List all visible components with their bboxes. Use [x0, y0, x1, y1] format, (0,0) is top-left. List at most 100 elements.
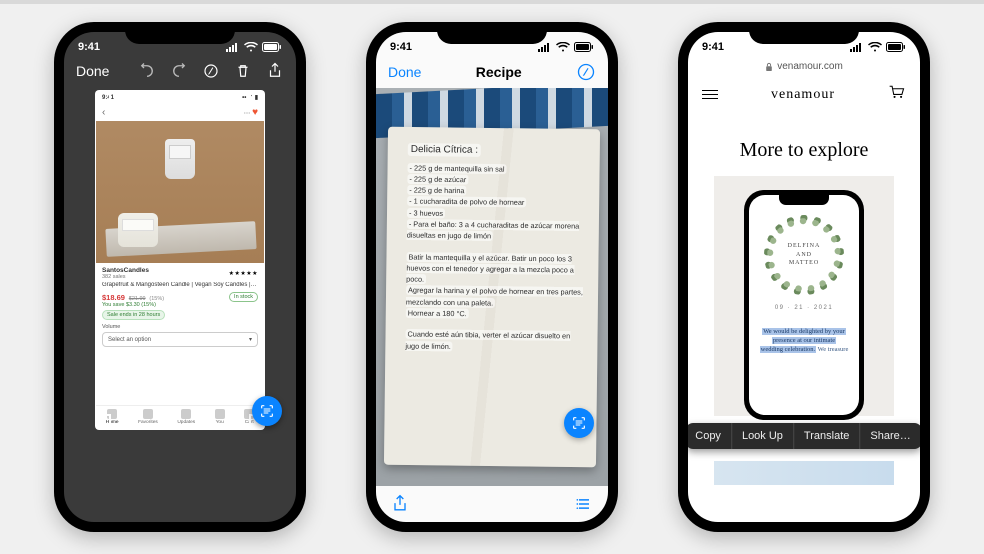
- selected-text[interactable]: We would be delighted by your: [762, 328, 846, 335]
- markup-canvas[interactable]: 9:41 •• ⌃ ▮ ‹ ⋯ ♥: [64, 86, 296, 442]
- device-notch: [437, 22, 547, 44]
- device-notch: [749, 22, 859, 44]
- markup-toolbar: Done: [64, 58, 296, 86]
- redo-button[interactable]: [170, 62, 188, 80]
- favorite-icon[interactable]: ♥: [252, 107, 258, 118]
- menu-lookup[interactable]: Look Up: [732, 423, 794, 449]
- volume-select[interactable]: Select an option ▾: [102, 332, 258, 347]
- site-header: venamour: [688, 78, 920, 115]
- phone-screenshot-editor: 9:41 Done: [54, 22, 306, 532]
- user-icon: [215, 409, 225, 419]
- wifi-icon: [244, 42, 258, 52]
- home-icon: [107, 409, 117, 419]
- inner-status-icons: •• ⌃ ▮: [242, 94, 258, 101]
- ingredient-line[interactable]: - Para el baño: 3 a 4 cucharaditas de az…: [407, 218, 587, 243]
- next-product-peek[interactable]: [714, 461, 894, 485]
- more-icon[interactable]: ⋯: [244, 110, 251, 117]
- selected-text[interactable]: wedding celebration.: [760, 346, 817, 353]
- photos-bottom-toolbar: [376, 486, 608, 522]
- recipe-steps[interactable]: Batir la mantequilla y el azúcar. Batir …: [406, 251, 587, 321]
- mockup-notch: [779, 195, 829, 205]
- tab-updates[interactable]: Updates: [177, 409, 195, 425]
- invite-text[interactable]: We treasure: [816, 346, 848, 353]
- status-time: 9:41: [390, 41, 412, 53]
- live-text-button[interactable]: [252, 396, 282, 426]
- step-line[interactable]: Agregar la harina y el polvo de hornear …: [406, 285, 586, 310]
- markup-pen-button[interactable]: [576, 62, 596, 82]
- text-selection-menu: Copy Look Up Translate Share…: [688, 423, 920, 449]
- recipe-steps[interactable]: Cuando esté aún tibia, verter el azúcar …: [405, 329, 585, 354]
- menu-share[interactable]: Share…: [860, 423, 920, 449]
- status-time: 9:41: [78, 41, 100, 53]
- phone-safari-page: 9:41 venamour.com venamour More to: [678, 22, 930, 532]
- status-icons: [538, 42, 594, 52]
- step-line[interactable]: Hornear a 180 °C.: [406, 308, 586, 321]
- ingredient-list[interactable]: - 225 g de mantequilla sin sal - 225 g d…: [407, 162, 588, 243]
- photo-title: Recipe: [476, 64, 522, 80]
- heart-icon: [143, 409, 153, 419]
- invite-date: 09 · 21 · 2021: [775, 305, 833, 311]
- undo-button[interactable]: [138, 62, 156, 80]
- battery-icon: [574, 42, 594, 52]
- battery-icon: [886, 42, 906, 52]
- bell-icon: [181, 409, 191, 419]
- shop-rating: ★★★★★: [229, 270, 258, 277]
- phone-photos-livetext: 9:41 Done Recipe Delicia Cítrica :: [366, 22, 618, 532]
- invite-body[interactable]: We would be delighted by your presence a…: [750, 327, 859, 354]
- product-original-price: $21.99: [129, 296, 146, 302]
- product-hero: [96, 121, 264, 263]
- wifi-icon: [868, 42, 882, 52]
- stock-badge: In stock: [229, 292, 258, 302]
- safari-url-bar[interactable]: venamour.com: [688, 58, 920, 78]
- trash-button[interactable]: [234, 62, 252, 80]
- tab-home[interactable]: Home: [106, 409, 119, 425]
- back-icon[interactable]: ‹: [102, 107, 105, 118]
- live-text-button[interactable]: [564, 408, 594, 438]
- menu-copy[interactable]: Copy: [688, 423, 732, 449]
- signal-icon: [850, 43, 864, 52]
- list-button[interactable]: [574, 494, 594, 514]
- menu-translate[interactable]: Translate: [794, 423, 860, 449]
- signal-icon: [538, 43, 552, 52]
- captured-storefront: 9:41 •• ⌃ ▮ ‹ ⋯ ♥: [96, 91, 264, 429]
- candle-jar: [165, 139, 195, 179]
- screenshot-crop-frame[interactable]: 9:41 •• ⌃ ▮ ‹ ⋯ ♥: [95, 90, 265, 430]
- chevron-down-icon: ▾: [249, 336, 252, 343]
- step-line[interactable]: Cuando esté aún tibia, verter el azúcar …: [405, 329, 585, 354]
- recipe-title[interactable]: Delicia Cítrica :: [408, 143, 481, 157]
- shop-name[interactable]: SantosCandles: [102, 267, 149, 274]
- markup-pen-button[interactable]: [202, 62, 220, 80]
- select-value: Select an option: [108, 337, 151, 343]
- invite-name-and: AND: [796, 251, 812, 259]
- inner-status-time: 9:41: [102, 95, 114, 101]
- done-button[interactable]: Done: [388, 64, 421, 80]
- product-title: Grapefruit & Mangosteen Candle | Vegan S…: [102, 282, 258, 289]
- product-price: $18.69: [102, 293, 125, 302]
- battery-icon: [262, 42, 282, 52]
- page-content[interactable]: More to explore DELFINA AND MATTEO: [688, 115, 920, 522]
- inner-nav-right: ⋯ ♥: [244, 107, 258, 118]
- hamburger-icon[interactable]: [702, 90, 718, 99]
- cart-icon[interactable]: [888, 84, 906, 105]
- volume-label: Volume: [102, 324, 258, 330]
- status-icons: [226, 42, 282, 52]
- share-button[interactable]: [390, 494, 410, 514]
- floral-wreath: DELFINA AND MATTEO: [764, 215, 844, 295]
- done-button[interactable]: Done: [76, 63, 109, 79]
- share-button[interactable]: [266, 62, 284, 80]
- signal-icon: [226, 43, 240, 52]
- brand-logo[interactable]: venamour: [771, 87, 835, 103]
- recipe-photo[interactable]: Delicia Cítrica : - 225 g de mantequilla…: [376, 88, 608, 486]
- product-tile[interactable]: DELFINA AND MATTEO 09 · 21 · 2021 We wou…: [714, 176, 894, 416]
- selected-text[interactable]: presence at our intimate: [772, 337, 836, 344]
- status-time: 9:41: [702, 41, 724, 53]
- photos-toolbar: Done Recipe: [376, 58, 608, 88]
- tab-you[interactable]: You: [215, 409, 225, 425]
- candle-jar: [118, 213, 158, 247]
- url-text: venamour.com: [777, 61, 843, 72]
- product-save: You save $3.30 (15%): [102, 302, 258, 308]
- tab-favorites[interactable]: Favorites: [138, 409, 158, 425]
- lock-icon: [765, 62, 773, 72]
- invite-name-b: MATTEO: [789, 259, 819, 267]
- step-line[interactable]: Batir la mantequilla y el azúcar. Batir …: [406, 251, 586, 287]
